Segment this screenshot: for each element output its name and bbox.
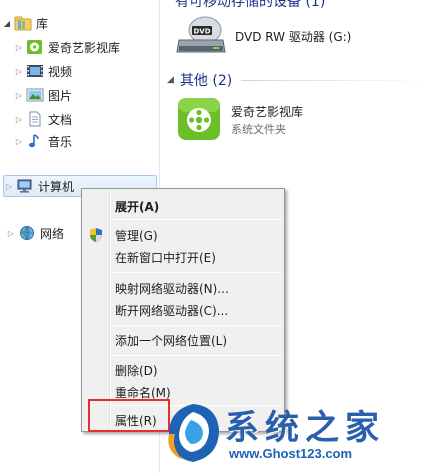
menu-item-expand[interactable]: 展开(A): [115, 196, 159, 216]
menu-separator: [112, 272, 281, 273]
collapsed-arrow-icon[interactable]: ▷: [14, 67, 24, 76]
menu-item-manage[interactable]: 管理(G): [115, 225, 158, 245]
nav-item-label: 视频: [48, 64, 73, 79]
music-library-icon: [26, 133, 44, 149]
nav-item-label: 图片: [48, 88, 73, 103]
collapsed-arrow-icon[interactable]: ▷: [14, 137, 24, 146]
nav-item-label: 网络: [40, 226, 65, 241]
group-collapse-icon[interactable]: ◢: [167, 75, 174, 85]
nav-item-label: 音乐: [48, 134, 73, 149]
iqiyi-folder-tile[interactable]: 爱奇艺影视库 系统文件夹: [175, 95, 303, 146]
watermark-title: 系统之家: [225, 408, 385, 448]
expanded-arrow-icon[interactable]: ◢: [2, 19, 12, 28]
computer-icon: [16, 178, 34, 194]
group-header-other[interactable]: ◢ 其他 (2): [167, 70, 232, 90]
svg-text:DVD: DVD: [193, 28, 210, 36]
iqiyi-library-icon: [26, 39, 44, 55]
group-header-label: 有可移动存储的设备 (1): [175, 0, 326, 10]
context-menu: 展开(A) 管理(G) 在新窗口中打开(E) 映射网络驱动器(N)... 断开网…: [81, 188, 285, 432]
nav-item-network[interactable]: ▷ 网络: [6, 222, 64, 244]
nav-item-label: 库: [36, 16, 49, 31]
annotation-highlight-box: [88, 399, 170, 432]
dvd-drive-label-wrap: DVD RW 驱动器 (G:): [235, 29, 351, 46]
collapsed-arrow-icon[interactable]: ▷: [14, 91, 24, 100]
menu-separator: [112, 325, 281, 326]
iqiyi-folder-icon: [175, 95, 223, 146]
group-header-label: 其他 (2): [179, 73, 233, 89]
menu-separator: [112, 219, 281, 220]
iqiyi-folder-type: 系统文件夹: [231, 122, 286, 136]
library-icon: [14, 15, 32, 31]
nav-item-label: 爱奇艺影视库: [48, 40, 121, 55]
group-header-removable-storage[interactable]: 有可移动存储的设备 (1): [175, 0, 325, 11]
menu-item-delete[interactable]: 删除(D): [115, 360, 158, 380]
nav-item-library[interactable]: ◢ 库: [2, 12, 48, 34]
watermark-url: www.Ghost123.com: [229, 446, 353, 461]
nav-item-iqiyi-library[interactable]: ▷ 爱奇艺影视库: [14, 36, 120, 58]
collapsed-arrow-icon[interactable]: ▷: [4, 182, 14, 191]
video-library-icon: [26, 63, 44, 79]
nav-item-music[interactable]: ▷ 音乐: [14, 130, 72, 152]
uac-shield-icon: [88, 227, 104, 243]
group-divider: [241, 80, 429, 81]
pictures-library-icon: [26, 87, 44, 103]
iqiyi-folder-text: 爱奇艺影视库 系统文件夹: [231, 104, 303, 138]
nav-item-label: 文档: [48, 112, 73, 127]
watermark: 系统之家 www.Ghost123.com: [163, 398, 428, 470]
menu-separator: [112, 355, 281, 356]
collapsed-arrow-icon[interactable]: ▷: [6, 229, 16, 238]
network-icon: [18, 225, 36, 241]
nav-item-documents[interactable]: ▷ 文档: [14, 108, 72, 130]
dvd-drive-tile[interactable]: DVD DVD RW 驱动器 (G:): [175, 14, 351, 61]
menu-item-map-network-drive[interactable]: 映射网络驱动器(N)...: [115, 278, 229, 298]
dvd-drive-icon: DVD: [175, 14, 227, 61]
iqiyi-folder-name: 爱奇艺影视库: [231, 104, 304, 119]
dvd-drive-label: DVD RW 驱动器 (G:): [235, 30, 352, 44]
nav-item-pictures[interactable]: ▷ 图片: [14, 84, 72, 106]
documents-library-icon: [26, 111, 44, 127]
nav-item-videos[interactable]: ▷ 视频: [14, 60, 72, 82]
menu-item-add-network-location[interactable]: 添加一个网络位置(L): [115, 330, 227, 350]
menu-item-disconnect-network-drive[interactable]: 断开网络驱动器(C)...: [115, 300, 228, 320]
nav-item-label: 计算机: [38, 179, 75, 194]
menu-item-open-new-window[interactable]: 在新窗口中打开(E): [115, 247, 216, 267]
collapsed-arrow-icon[interactable]: ▷: [14, 115, 24, 124]
watermark-logo-icon: [163, 400, 225, 469]
collapsed-arrow-icon[interactable]: ▷: [14, 43, 24, 52]
